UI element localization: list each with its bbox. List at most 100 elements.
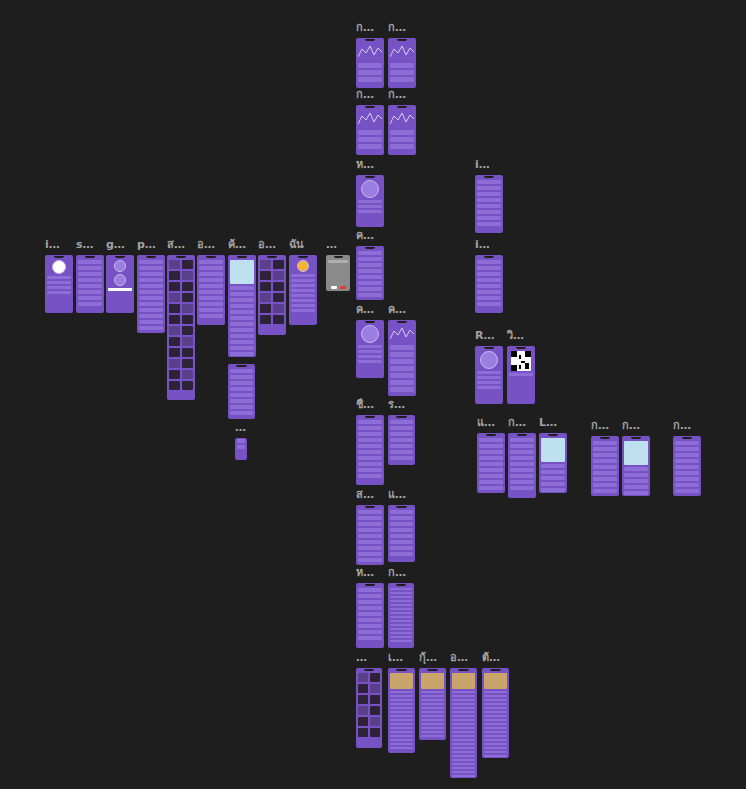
frame-label[interactable]: ก… — [388, 22, 416, 34]
phone-frame[interactable] — [475, 346, 503, 404]
frame-label[interactable]: ก… — [591, 420, 619, 432]
frame-label[interactable]: ค… — [356, 230, 384, 242]
photo-tile[interactable] — [273, 315, 284, 324]
map[interactable] — [541, 438, 565, 462]
phone-frame[interactable] — [388, 583, 414, 648]
confirm-button[interactable] — [340, 286, 346, 289]
photo-tile[interactable] — [182, 271, 193, 280]
phone-frame[interactable] — [76, 255, 104, 313]
photo-tile[interactable] — [182, 370, 193, 379]
phone-frame[interactable] — [356, 246, 384, 300]
phone-frame[interactable] — [106, 255, 134, 313]
photo-tile[interactable] — [358, 695, 368, 704]
photo-tile[interactable] — [273, 260, 284, 269]
photo-tile[interactable] — [273, 304, 284, 313]
photo-tile[interactable] — [169, 359, 180, 368]
photo-tile[interactable] — [169, 304, 180, 313]
map[interactable] — [624, 441, 648, 465]
frame-label[interactable]: ฉัน — [289, 239, 317, 251]
phone-frame[interactable] — [482, 668, 509, 758]
male-icon[interactable] — [114, 260, 126, 272]
photo-tile[interactable] — [358, 717, 368, 726]
phone-frame[interactable] — [388, 105, 416, 155]
phone-frame[interactable] — [228, 364, 255, 419]
frame-label[interactable]: … — [326, 239, 350, 251]
frame-label[interactable]: เ… — [388, 652, 415, 664]
photo-tile[interactable] — [273, 293, 284, 302]
frame-label[interactable]: อ… — [450, 652, 477, 664]
phone-frame[interactable] — [508, 433, 536, 498]
frame-label[interactable]: อ… — [258, 239, 286, 251]
frame-label[interactable]: กุ้… — [419, 652, 446, 664]
frame-label[interactable]: L… — [539, 417, 567, 429]
phone-frame[interactable] — [356, 505, 384, 565]
photo-tile[interactable] — [182, 359, 193, 368]
photo-tile[interactable] — [169, 293, 180, 302]
frame-label[interactable]: ก… — [388, 89, 416, 101]
photo-tile[interactable] — [169, 326, 180, 335]
photo-tile[interactable] — [370, 695, 380, 704]
frame-label[interactable]: ชื… — [356, 399, 384, 411]
photo-tile[interactable] — [273, 282, 284, 291]
phone-frame[interactable] — [475, 255, 503, 313]
photo-tile[interactable] — [370, 684, 380, 693]
photo-tile[interactable] — [182, 260, 193, 269]
photo-tile[interactable] — [260, 304, 271, 313]
phone-frame[interactable] — [228, 255, 256, 357]
frame-label[interactable]: ก… — [622, 420, 650, 432]
photo-tile[interactable] — [182, 337, 193, 346]
frame-label[interactable]: ก… — [356, 22, 384, 34]
phone-frame[interactable] — [167, 255, 195, 400]
save-button[interactable] — [509, 373, 533, 376]
photo-tile[interactable] — [182, 315, 193, 324]
phone-frame[interactable] — [477, 433, 505, 493]
phone-frame[interactable] — [137, 255, 165, 333]
phone-frame[interactable] — [356, 175, 384, 227]
photo-tile[interactable] — [358, 684, 368, 693]
photo-tile[interactable] — [260, 271, 271, 280]
photo-tile[interactable] — [370, 728, 380, 737]
frame-label[interactable]: ห… — [356, 567, 384, 579]
frame-label[interactable]: … — [235, 422, 247, 434]
cancel-button[interactable] — [331, 286, 337, 289]
frame-label[interactable]: ห… — [356, 159, 384, 171]
phone-frame[interactable] — [235, 438, 247, 460]
phone-frame[interactable] — [356, 668, 382, 748]
phone-frame[interactable] — [356, 583, 384, 648]
photo-tile[interactable] — [169, 271, 180, 280]
photo-tile[interactable] — [358, 728, 368, 737]
phone-frame[interactable] — [197, 255, 225, 325]
frame-label[interactable]: ต้… — [482, 652, 509, 664]
phone-frame[interactable] — [258, 255, 286, 335]
photo-tile[interactable] — [273, 271, 284, 280]
map[interactable] — [230, 260, 254, 284]
photo-tile[interactable] — [169, 348, 180, 357]
frame-label[interactable]: ก… — [673, 420, 701, 432]
phone-frame[interactable] — [388, 505, 415, 562]
frame-label[interactable]: ร… — [388, 399, 415, 411]
photo-tile[interactable] — [260, 293, 271, 302]
phone-frame[interactable] — [419, 668, 446, 740]
frame-label[interactable]: แ… — [477, 417, 505, 429]
phone-frame[interactable] — [388, 38, 416, 88]
frame-label[interactable]: ก… — [356, 89, 384, 101]
photo-tile[interactable] — [358, 706, 368, 715]
next-button[interactable] — [108, 288, 132, 291]
frame-label[interactable]: R… — [475, 330, 503, 342]
phone-frame[interactable] — [673, 436, 701, 496]
phone-frame[interactable] — [622, 436, 650, 496]
photo-tile[interactable] — [358, 673, 368, 682]
photo-tile[interactable] — [182, 293, 193, 302]
frame-label[interactable]: อ… — [197, 239, 225, 251]
photo-tile[interactable] — [182, 326, 193, 335]
photo-tile[interactable] — [182, 304, 193, 313]
photo-tile[interactable] — [169, 282, 180, 291]
frame-label[interactable]: วิ… — [507, 330, 535, 342]
photo-tile[interactable] — [260, 282, 271, 291]
frame-label[interactable]: s… — [76, 239, 104, 251]
phone-frame[interactable] — [45, 255, 73, 313]
frame-label[interactable]: ส… — [356, 489, 384, 501]
phone-frame[interactable] — [356, 320, 384, 378]
photo-tile[interactable] — [370, 706, 380, 715]
phone-frame[interactable] — [356, 105, 384, 155]
